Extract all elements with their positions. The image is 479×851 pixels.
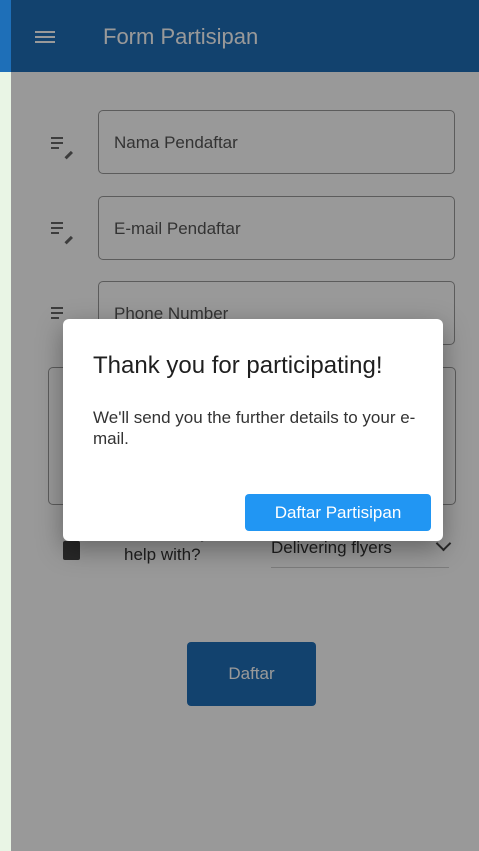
dialog-message: We'll send you the further details to yo… xyxy=(93,408,416,448)
app-screen: Form Partisipan Nama Pendaftar E-mail Pe… xyxy=(11,0,479,851)
daftar-partisipan-button[interactable]: Daftar Partisipan xyxy=(245,494,431,531)
left-strip xyxy=(0,0,11,851)
dialog-title: Thank you for participating! xyxy=(93,352,383,379)
thank-you-dialog: Thank you for participating! We'll send … xyxy=(63,319,443,541)
